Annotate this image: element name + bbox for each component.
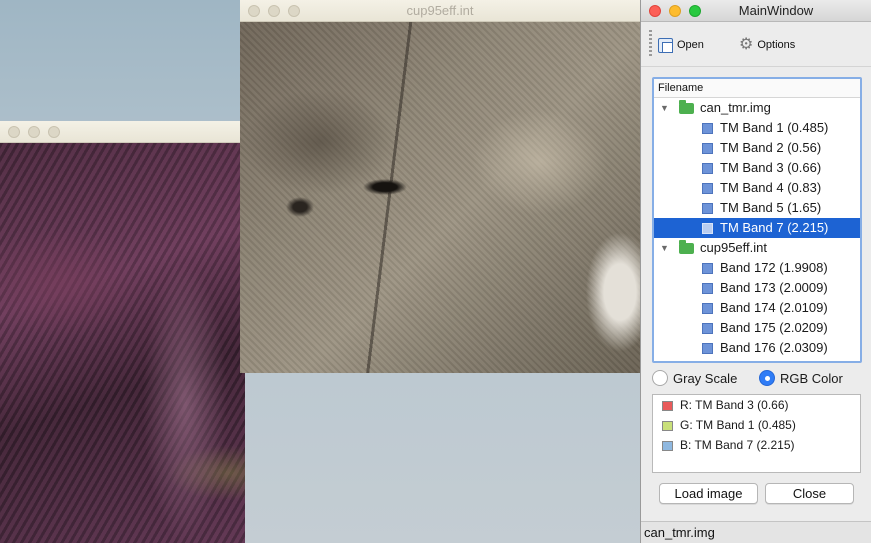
band-label: Band 172 (1.9908) [720, 260, 828, 275]
open-button[interactable]: Open [658, 34, 704, 56]
tree-band-item[interactable]: Band 173 (2.0009) [654, 278, 860, 298]
band-icon [702, 123, 713, 134]
folder-icon [679, 240, 694, 254]
main-window: MainWindow Open ⚙ Options Filename ▼ can… [640, 0, 871, 543]
radio-off-icon[interactable] [652, 370, 668, 386]
tree-band-item[interactable]: Band 172 (1.9908) [654, 258, 860, 278]
color-mode-group: Gray Scale RGB Color [652, 368, 867, 390]
window-title: MainWindow [738, 3, 814, 18]
tree-header[interactable]: Filename [654, 79, 860, 98]
load-image-button[interactable]: Load image [659, 483, 758, 504]
band-icon [702, 343, 713, 354]
tree-band-item[interactable]: TM Band 5 (1.65) [654, 198, 860, 218]
band-label: Band 174 (2.0109) [720, 300, 828, 315]
band-icon [702, 263, 713, 274]
main-titlebar[interactable]: MainWindow [641, 0, 871, 22]
band-icon [702, 143, 713, 154]
expand-arrow-icon[interactable]: ▼ [660, 238, 669, 258]
file-tree[interactable]: Filename ▼ can_tmr.img TM Band 1 (0.485)… [652, 77, 862, 363]
band-icon [702, 223, 713, 234]
minimize-icon[interactable] [28, 126, 40, 138]
tree-band-item[interactable]: Band 176 (2.0309) [654, 338, 860, 358]
band-label: TM Band 1 (0.485) [720, 120, 829, 135]
band-label: Band 175 (2.0209) [720, 320, 828, 335]
toolbar-grip-icon[interactable] [649, 30, 652, 56]
band-icon [702, 183, 713, 194]
toolbar: Open ⚙ Options [641, 22, 871, 67]
tree-band-item[interactable]: Band 174 (2.0109) [654, 298, 860, 318]
tree-band-item[interactable]: TM Band 4 (0.83) [654, 178, 860, 198]
radio-on-icon[interactable] [759, 370, 775, 386]
green-swatch-icon [662, 421, 673, 431]
band-icon [702, 323, 713, 334]
band-label: TM Band 2 (0.56) [720, 140, 822, 155]
tree-band-item-selected[interactable]: TM Band 7 (2.215) [654, 218, 860, 238]
band-label: Band 173 (2.0009) [720, 280, 828, 295]
band-label: TM Band 7 (2.215) [720, 220, 829, 235]
channel-label: B: TM Band 7 (2.215) [680, 438, 795, 452]
options-label: Options [757, 39, 796, 51]
tree-band-item[interactable]: TM Band 1 (0.485) [654, 118, 860, 138]
status-bar: can_tmr.img [641, 521, 871, 543]
channel-row-green[interactable]: G: TM Band 1 (0.485) [653, 415, 860, 435]
tree-file-cup95eff[interactable]: ▼ cup95eff.int [654, 238, 860, 258]
channel-list[interactable]: R: TM Band 3 (0.66) G: TM Band 1 (0.485)… [652, 394, 861, 473]
options-button[interactable]: ⚙ Options [739, 34, 795, 56]
tree-file-can-tmr[interactable]: ▼ can_tmr.img [654, 98, 860, 118]
open-file-icon [658, 37, 673, 53]
close-icon[interactable] [8, 126, 20, 138]
blue-swatch-icon [662, 441, 673, 451]
band-icon [702, 283, 713, 294]
band-label: TM Band 4 (0.83) [720, 180, 822, 195]
band-label: TM Band 3 (0.66) [720, 160, 822, 175]
rgb-color-label: RGB Color [780, 370, 843, 386]
channel-label: R: TM Band 3 (0.66) [680, 398, 789, 412]
band-icon [702, 163, 713, 174]
rgb-color-radio[interactable]: RGB Color [759, 370, 843, 386]
band-label: Band 176 (2.0309) [720, 340, 828, 355]
expand-arrow-icon[interactable]: ▼ [660, 98, 669, 118]
satellite-image-can-tmr [0, 143, 245, 543]
close-icon[interactable] [649, 5, 661, 17]
tree-band-item[interactable]: Band 175 (2.0209) [654, 318, 860, 338]
band-label: TM Band 5 (1.65) [720, 200, 822, 215]
left-image-window [0, 121, 245, 543]
close-button[interactable]: Close [765, 483, 854, 504]
gear-icon: ⚙ [739, 36, 754, 53]
folder-icon [679, 100, 694, 114]
minimize-icon[interactable] [669, 5, 681, 17]
tree-band-item[interactable]: TM Band 2 (0.56) [654, 138, 860, 158]
satellite-image-cup95eff [240, 22, 640, 373]
channel-label: G: TM Band 1 (0.485) [680, 418, 796, 432]
file-label: can_tmr.img [700, 100, 771, 115]
band-icon [702, 303, 713, 314]
gray-scale-label: Gray Scale [673, 370, 738, 386]
channel-row-blue[interactable]: B: TM Band 7 (2.215) [653, 435, 860, 455]
open-label: Open [677, 39, 704, 51]
red-swatch-icon [662, 401, 673, 411]
band-icon [702, 203, 713, 214]
cup95eff-image-window: cup95eff.int [240, 0, 640, 373]
zoom-icon[interactable] [48, 126, 60, 138]
file-label: cup95eff.int [700, 240, 767, 255]
left-image-titlebar[interactable] [0, 121, 245, 143]
window-title: cup95eff.int [406, 3, 474, 18]
tree-band-item[interactable]: TM Band 3 (0.66) [654, 158, 860, 178]
gray-scale-radio[interactable]: Gray Scale [652, 370, 737, 386]
cup95eff-titlebar[interactable]: cup95eff.int [240, 0, 640, 22]
channel-row-red[interactable]: R: TM Band 3 (0.66) [653, 395, 860, 415]
